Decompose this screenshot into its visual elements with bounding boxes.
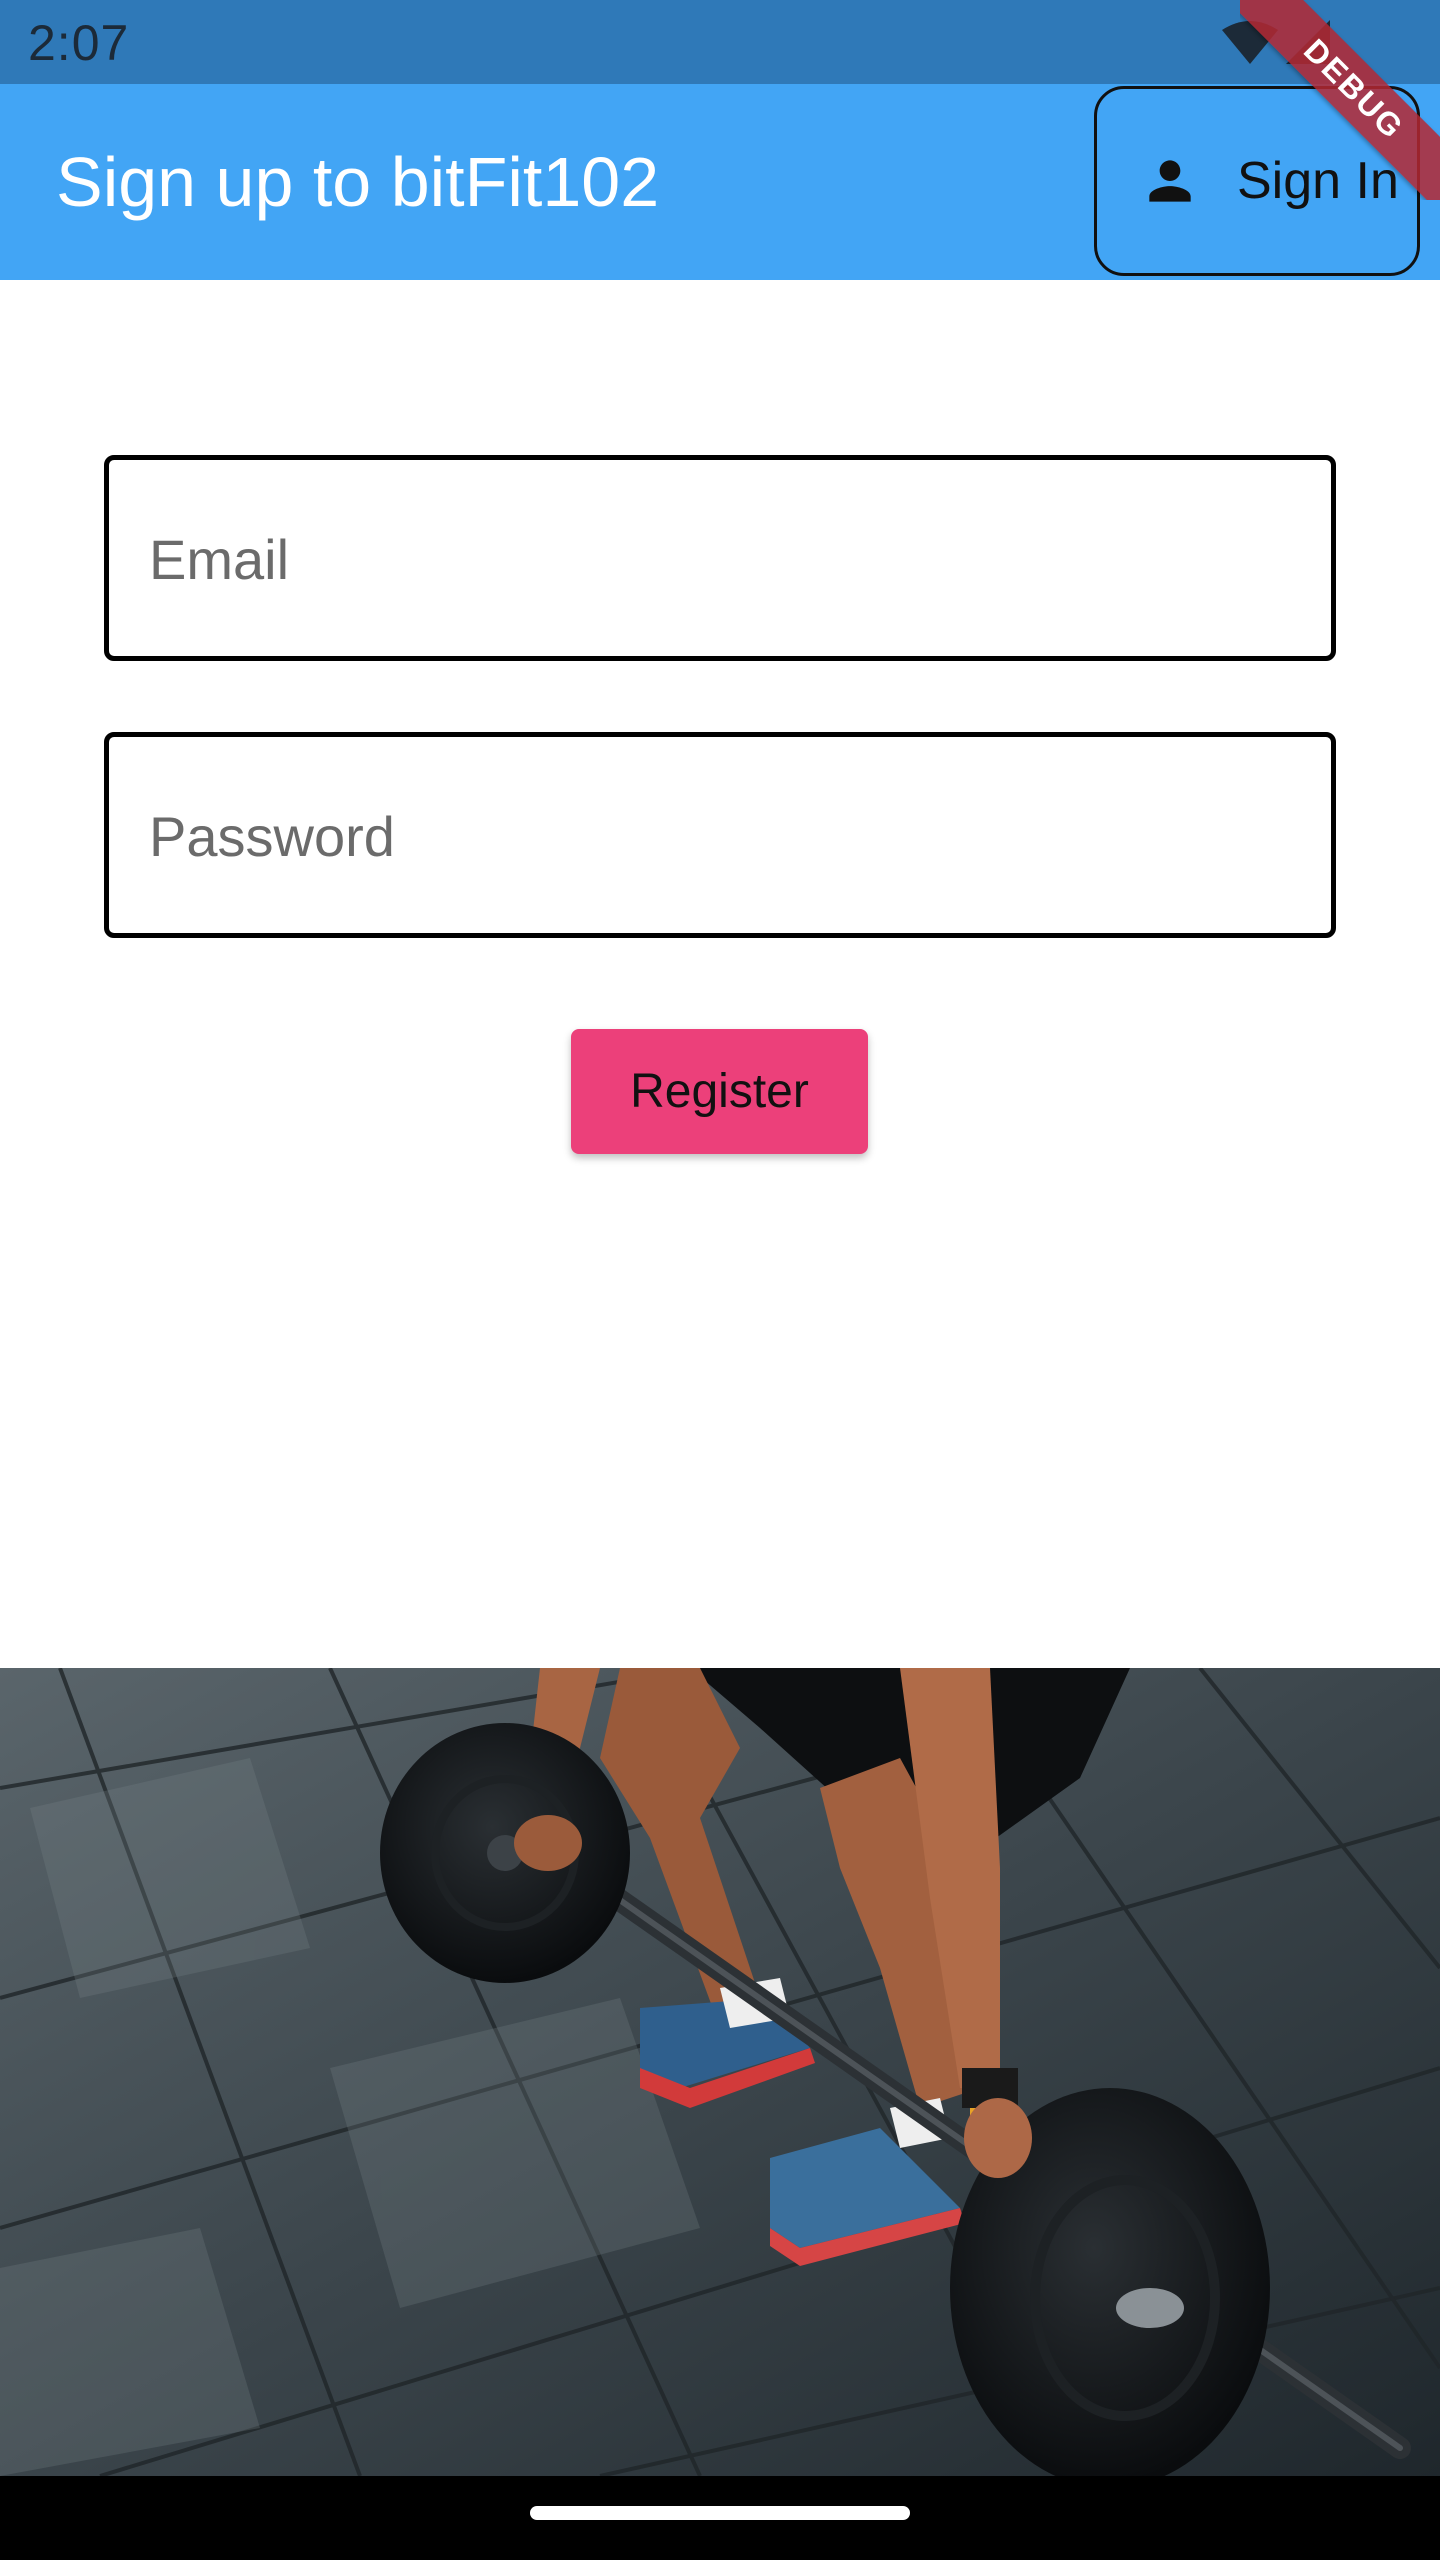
wifi-icon (1222, 21, 1278, 64)
hero-image (0, 1668, 1440, 2476)
sign-in-button[interactable]: Sign In (1094, 86, 1420, 276)
app-bar: Sign up to bitFit102 Sign In (0, 84, 1440, 280)
status-bar: 2:07 (0, 0, 1440, 84)
cell-signal-icon (1286, 20, 1330, 64)
person-icon (1149, 160, 1191, 202)
email-input[interactable] (147, 460, 1291, 658)
signup-screen: 2:07 Sign up to bitFit102 Sign In DEBUG (0, 0, 1440, 2560)
home-indicator[interactable] (530, 2506, 910, 2520)
status-icons (1222, 18, 1330, 66)
sign-in-label: Sign In (1237, 152, 1399, 210)
password-input[interactable] (147, 737, 1291, 935)
password-field[interactable] (104, 732, 1336, 938)
weightlifter-photo (0, 1668, 1440, 2476)
navigation-bar (0, 2476, 1440, 2560)
email-field[interactable] (104, 455, 1336, 661)
register-button[interactable]: Register (571, 1029, 868, 1154)
status-time: 2:07 (28, 15, 130, 71)
page-title: Sign up to bitFit102 (56, 143, 660, 221)
